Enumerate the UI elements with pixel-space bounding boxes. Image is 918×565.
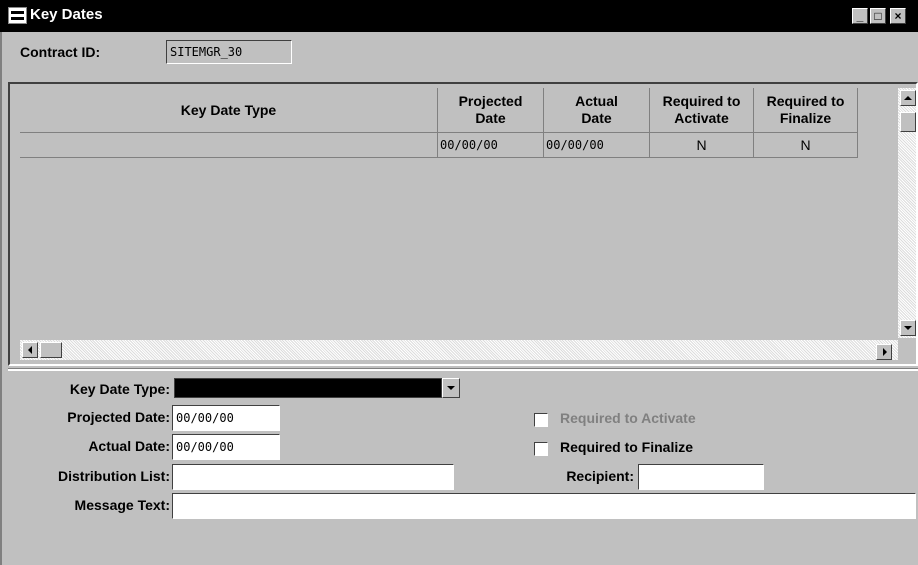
required-to-activate-checkbox (534, 413, 548, 427)
header-required-to-activate[interactable]: Required to Activate (650, 88, 754, 132)
cell-projected-date[interactable]: 00/00/00 (438, 133, 544, 157)
grid-header: Key Date Type Projected Date Actual Date… (20, 88, 858, 133)
key-date-type-dropdown-button[interactable] (442, 378, 460, 398)
title-bar: Key Dates _ □ × (0, 0, 918, 32)
projected-date-field[interactable]: 00/00/00 (172, 405, 280, 431)
arrow-up-icon (904, 96, 912, 100)
arrow-right-icon (883, 348, 887, 356)
required-to-finalize-label[interactable]: Required to Finalize (560, 439, 693, 455)
recipient-label: Recipient: (566, 468, 634, 484)
window-left-border (0, 32, 8, 565)
required-to-finalize-checkbox[interactable] (534, 442, 548, 456)
projected-date-label: Projected Date: (67, 409, 170, 425)
header-actual-date[interactable]: Actual Date (544, 88, 650, 132)
cell-key-date-type[interactable] (20, 133, 438, 157)
horizontal-scrollbar-thumb[interactable] (40, 342, 62, 358)
close-button[interactable]: × (890, 8, 906, 24)
contract-id-label: Contract ID: (20, 44, 101, 60)
message-text-label: Message Text: (74, 497, 170, 513)
distribution-list-field[interactable] (172, 464, 454, 490)
recipient-field[interactable] (638, 464, 764, 490)
chevron-down-icon (447, 386, 455, 390)
key-date-type-select[interactable] (174, 378, 442, 398)
window-title: Key Dates (30, 6, 103, 23)
scroll-right-button[interactable] (876, 344, 892, 360)
cell-required-to-activate[interactable]: N (650, 133, 754, 157)
scroll-down-button[interactable] (900, 320, 916, 336)
required-to-activate-label: Required to Activate (560, 410, 696, 426)
header-required-to-finalize[interactable]: Required to Finalize (754, 88, 858, 132)
vertical-scrollbar-thumb[interactable] (900, 112, 916, 132)
key-date-type-label: Key Date Type: (69, 381, 170, 397)
table-row[interactable]: 00/00/00 00/00/00 N N (20, 133, 858, 158)
arrow-down-icon (904, 326, 912, 330)
cell-actual-date[interactable]: 00/00/00 (544, 133, 650, 157)
header-key-date-type[interactable]: Key Date Type (20, 88, 438, 132)
section-divider (8, 368, 918, 371)
scroll-left-button[interactable] (22, 342, 38, 358)
distribution-list-label: Distribution List: (58, 468, 170, 484)
contract-id-field: SITEMGR_30 (166, 40, 292, 64)
header-projected-date[interactable]: Projected Date (438, 88, 544, 132)
app-icon[interactable] (8, 7, 27, 24)
horizontal-scrollbar-track[interactable] (20, 340, 898, 360)
scroll-up-button[interactable] (900, 90, 916, 106)
message-text-field[interactable] (172, 493, 916, 519)
arrow-left-icon (28, 346, 32, 354)
actual-date-field[interactable]: 00/00/00 (172, 434, 280, 460)
actual-date-label: Actual Date: (88, 438, 170, 454)
cell-required-to-finalize[interactable]: N (754, 133, 858, 157)
minimize-button[interactable]: _ (852, 8, 868, 24)
maximize-button[interactable]: □ (870, 8, 886, 24)
